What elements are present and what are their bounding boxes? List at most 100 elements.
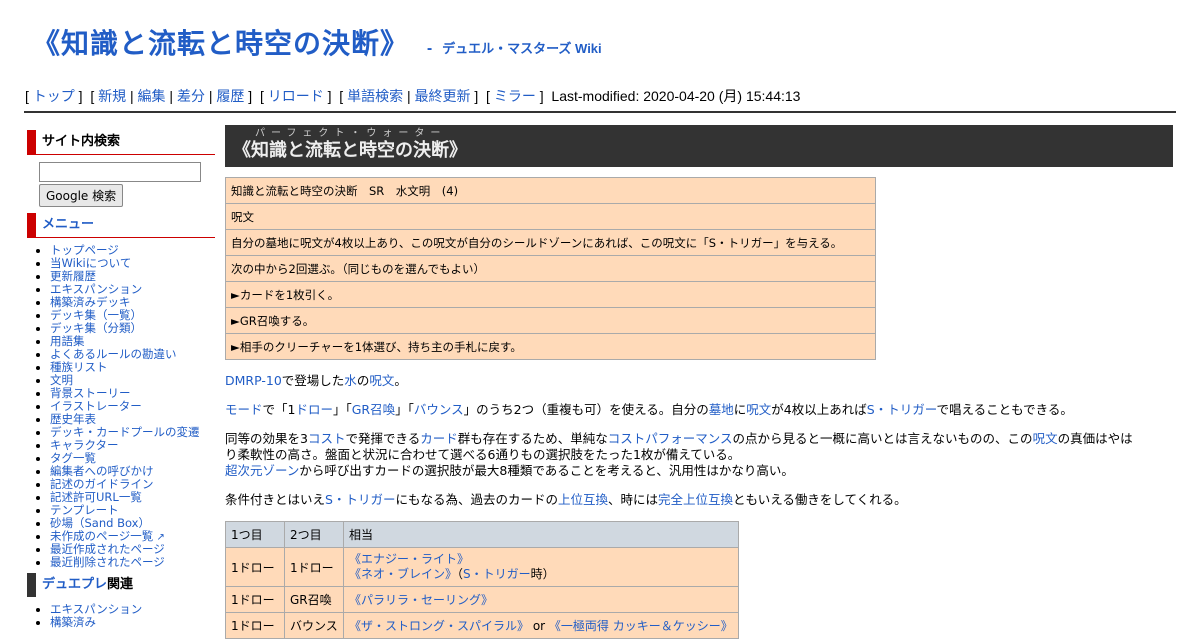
table-cell: 1ドロー (225, 547, 285, 587)
table-cell: 《ザ・ストロング・スパイラル》 or 《一極両得 カッキー＆ケッシー》 (343, 612, 739, 639)
card-mode-draw: ►カードを1枚引く。 (225, 281, 876, 308)
card-name-row: 知識と流転と時空の決断 SR 水文明 (4) (225, 177, 876, 204)
menu-link[interactable]: 編集者への呼びかけ (50, 464, 154, 478)
duepre-suffix: 関連 (107, 577, 134, 592)
site-search: Google 検索 (27, 155, 215, 213)
text: で発揮できる (345, 431, 421, 446)
menu-link[interactable]: 当Wikiについて (50, 256, 131, 270)
sidebar: サイト内検索 Google 検索 メニュー トップページ当Wikiについて更新履… (27, 130, 215, 633)
link-s-trigger[interactable]: S・トリガー (867, 402, 937, 417)
article-title-bar: パーフェクト・ウォーター 《知識と流転と時空の決断》 (225, 125, 1173, 167)
link-pararira-sailing[interactable]: 《パラリラ・セーリング》 (349, 593, 493, 607)
table-cell: バウンス (284, 612, 344, 639)
menu-link[interactable]: 砂場（Sand Box） (50, 516, 150, 530)
page-title-link[interactable]: 《知識と流転と時空の決断》 (32, 27, 409, 60)
text: の点から見ると一概に高いとは言えないものの、この (732, 431, 1033, 446)
table-cell: 1ドロー (225, 586, 285, 613)
menu-link[interactable]: 最近作成されたページ (50, 542, 165, 556)
nav-new[interactable]: 新規 (98, 88, 126, 104)
google-search-button[interactable]: Google 検索 (39, 184, 124, 207)
search-input[interactable] (39, 162, 201, 182)
duepre-menu-link[interactable]: 構築済み (50, 615, 96, 629)
text: 条件付きとはいえ (225, 492, 326, 507)
duepre-list: エキスパンション構築済み (27, 603, 215, 629)
menu-link[interactable]: トップページ (50, 243, 119, 257)
nav-word-search[interactable]: 単語検索 (347, 88, 403, 104)
duepre-link[interactable]: デュエプレ (42, 577, 107, 592)
link-draw[interactable]: ドロー (295, 402, 333, 417)
text: 」「 (395, 402, 414, 417)
menu-link[interactable]: デッキ集（一覧） (50, 308, 142, 322)
text: で唱えることもできる。 (936, 402, 1073, 417)
text: 同等の効果を3 (225, 431, 308, 446)
duepre-menu-link[interactable]: エキスパンション (50, 602, 142, 616)
link-water[interactable]: 水 (344, 373, 357, 388)
link-perfect-upper-compatible[interactable]: 完全上位互換 (658, 492, 733, 507)
text: り柔軟性の高さ。盤面と状況に合わせて選べる6通りもの選択肢をたった1枚が備えてい… (225, 447, 741, 462)
text: 、時には (607, 492, 658, 507)
card-type-row: 呪文 (225, 203, 876, 230)
link-strong-spiral[interactable]: 《ザ・ストロング・スパイラル》 (349, 619, 529, 633)
menu-link[interactable]: イラストレーター (50, 399, 142, 413)
nav-diff[interactable]: 差分 (177, 88, 205, 104)
menu-link[interactable]: 文明 (50, 373, 73, 387)
menu-link[interactable]: 用語集 (50, 334, 85, 348)
menu-link[interactable]: 未作成のページ一覧 (50, 529, 153, 543)
menu-link[interactable]: よくあるルールの勘違い (50, 347, 177, 361)
nav-history[interactable]: 履歴 (216, 88, 244, 104)
link-mode[interactable]: モード (225, 402, 263, 417)
link-spell[interactable]: 呪文 (1033, 431, 1058, 446)
link-cost[interactable]: コスト (308, 431, 346, 446)
link-gr-summon[interactable]: GR召喚 (352, 402, 395, 417)
link-spell[interactable]: 呪文 (369, 373, 394, 388)
menu-heading-link[interactable]: メニュー (42, 217, 94, 232)
link-dmrp10[interactable]: DMRP-10 (225, 373, 282, 388)
menu-link[interactable]: エキスパンション (50, 282, 142, 296)
link-energy-light[interactable]: 《エナジー・ライト》 (349, 552, 469, 566)
table-cell: GR召喚 (284, 586, 344, 613)
link-graveyard[interactable]: 墓地 (709, 402, 734, 417)
link-s-trigger[interactable]: S・トリガー (325, 492, 395, 507)
menu-link[interactable]: タグ一覧 (50, 451, 96, 465)
card-text-table: 知識と流転と時空の決断 SR 水文明 (4) 呪文 自分の墓地に呪文が4枚以上あ… (225, 177, 876, 360)
nav-top[interactable]: トップ (33, 88, 75, 104)
menu-link[interactable]: 歴史年表 (50, 412, 96, 426)
link-spell[interactable]: 呪文 (746, 402, 771, 417)
table-row: 1ドロー GR召喚 《パラリラ・セーリング》 (225, 586, 739, 613)
search-heading: サイト内検索 (27, 130, 215, 155)
menu-link[interactable]: 最近削除されたページ (50, 555, 165, 569)
equivalence-table: 1つ目 2つ目 相当 1ドロー 1ドロー 《エナジー・ライト》 《ネオ・ブレイン… (225, 521, 739, 639)
menu-link[interactable]: テンプレート (50, 503, 119, 517)
menu-link[interactable]: キャラクター (50, 438, 119, 452)
article-title: 《知識と流転と時空の決断》 (233, 140, 467, 161)
nav-edit[interactable]: 編集 (138, 88, 166, 104)
text: に (733, 402, 747, 417)
link-kacky-kessy[interactable]: 《一極両得 カッキー＆ケッシー》 (549, 619, 733, 633)
paragraph-3: 同等の効果を3コストで発揮できるカード群も存在するため、単純なコストパフォーマン… (225, 431, 1133, 479)
column-header: 2つ目 (284, 521, 344, 548)
site-name-link[interactable]: デュエル・マスターズ Wiki (442, 41, 602, 56)
menu-link[interactable]: 記述のガイドライン (50, 477, 154, 491)
link-upper-compatible[interactable]: 上位互換 (558, 492, 608, 507)
link-s-trigger[interactable]: S・トリガー (463, 567, 531, 581)
nav-recent[interactable]: 最終更新 (415, 88, 471, 104)
nav-mirror[interactable]: ミラー (494, 88, 536, 104)
menu-link[interactable]: 背景ストーリー (50, 386, 131, 400)
table-cell: 《エナジー・ライト》 《ネオ・ブレイン》（S・トリガー時） (343, 547, 739, 587)
text: で「1 (262, 402, 296, 417)
menu-link[interactable]: デッキ・カードプールの変遷 (50, 425, 200, 439)
link-hyperspatial-zone[interactable]: 超次元ゾーン (225, 463, 299, 478)
menu-link[interactable]: 構築済みデッキ (50, 295, 131, 309)
link-card[interactable]: カード (420, 431, 458, 446)
nav-reload[interactable]: リロード (268, 88, 324, 104)
menu-link[interactable]: 種族リスト (50, 360, 108, 374)
duepre-heading: デュエプレ関連 (27, 573, 215, 597)
menu-link[interactable]: 更新履歴 (50, 269, 96, 283)
link-cost-performance[interactable]: コストパフォーマンス (608, 431, 733, 446)
menu-link[interactable]: 記述許可URL一覧 (50, 490, 142, 504)
link-bounce[interactable]: バウンス (414, 402, 464, 417)
link-neo-brain[interactable]: 《ネオ・ブレイン》 (349, 567, 457, 581)
text: or (529, 619, 549, 633)
table-row: 1ドロー バウンス 《ザ・ストロング・スパイラル》 or 《一極両得 カッキー＆… (225, 612, 739, 639)
menu-link[interactable]: デッキ集（分類） (50, 321, 142, 335)
